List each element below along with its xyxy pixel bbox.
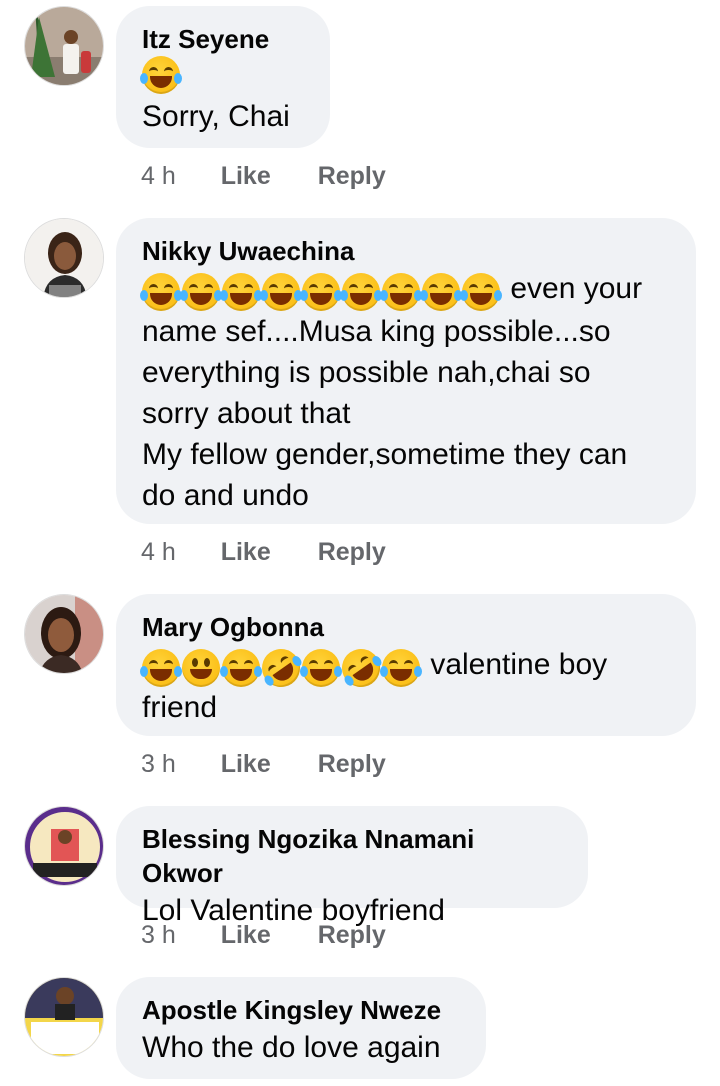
comment-text: even your name sef....Musa king possible… — [140, 268, 670, 516]
avatar[interactable] — [24, 594, 104, 674]
tears-of-joy-emoji — [380, 272, 422, 311]
comment-bubble: Blessing Ngozika Nnamani Okwor Lol Valen… — [116, 806, 588, 927]
comment-text: Who the do love again — [142, 1031, 441, 1064]
reply-button[interactable]: Reply — [318, 750, 386, 779]
comment-actions: 4 h Like Reply — [141, 162, 386, 191]
rofl-emoji — [254, 641, 308, 695]
emoji-sequence — [140, 641, 422, 695]
tears-of-joy-emoji — [220, 648, 262, 687]
reply-button[interactable]: Reply — [318, 921, 386, 950]
comment-text: Sorry, Chai — [142, 100, 290, 133]
comment-actions: 4 h Like Reply — [141, 538, 386, 567]
comment-text-line: My fellow gender,sometime they can — [142, 437, 628, 471]
grinning-emoji — [182, 648, 220, 687]
tears-of-joy-emoji — [180, 272, 222, 311]
comment-text-line: friend — [142, 690, 218, 724]
comment-text-inline: even your — [502, 272, 643, 305]
tears-of-joy-emoji — [300, 272, 342, 311]
timestamp[interactable]: 4 h — [141, 538, 176, 567]
comment-text-line: everything is possible nah,chai so — [142, 355, 591, 389]
avatar[interactable] — [24, 6, 104, 86]
tears-of-joy-emoji — [140, 648, 182, 687]
rofl-emoji — [334, 641, 388, 695]
comment-text-line: name sef....Musa king possible...so — [142, 314, 611, 348]
avatar[interactable] — [24, 977, 104, 1057]
tears-of-joy-emoji — [300, 648, 342, 687]
reply-button[interactable]: Reply — [318, 538, 386, 567]
commenter-name[interactable]: Itz Seyene — [142, 22, 304, 56]
comment-actions: 3 h Like Reply — [141, 921, 386, 950]
like-button[interactable]: Like — [221, 162, 271, 191]
reply-button[interactable]: Reply — [318, 162, 386, 191]
tears-of-joy-emoji — [140, 56, 182, 94]
tears-of-joy-emoji — [140, 272, 182, 311]
tears-of-joy-emoji — [340, 272, 382, 311]
emoji-sequence — [140, 270, 502, 311]
timestamp[interactable]: 4 h — [141, 162, 176, 191]
comment-text-line: do and undo — [142, 478, 309, 512]
comment-text-line: sorry about that — [142, 396, 351, 430]
commenter-name[interactable]: Nikky Uwaechina — [142, 234, 670, 268]
comment-bubble: Nikky Uwaechina even your name sef....Mu… — [116, 218, 696, 524]
comment-actions: 3 h Like Reply — [141, 750, 386, 779]
timestamp[interactable]: 3 h — [141, 750, 176, 779]
commenter-name[interactable]: Mary Ogbonna — [142, 610, 670, 644]
like-button[interactable]: Like — [221, 750, 271, 779]
comment-text: valentine boy friend — [140, 641, 670, 728]
avatar[interactable] — [24, 806, 104, 886]
like-button[interactable]: Like — [221, 538, 271, 567]
comment-bubble: Apostle Kingsley Nweze Who the do love a… — [116, 977, 486, 1079]
tears-of-joy-emoji — [420, 272, 462, 311]
tears-of-joy-emoji — [260, 272, 302, 311]
commenter-name[interactable]: Apostle Kingsley Nweze — [142, 993, 460, 1027]
timestamp[interactable]: 3 h — [141, 921, 176, 950]
tears-of-joy-emoji — [460, 272, 502, 311]
comment-bubble: Itz Seyene Sorry, Chai — [116, 6, 330, 148]
avatar[interactable] — [24, 218, 104, 298]
tears-of-joy-emoji — [220, 272, 262, 311]
comment-text-inline: valentine boy — [422, 648, 608, 681]
comment-bubble: Mary Ogbonna valentine boy friend — [116, 594, 696, 736]
tears-of-joy-emoji — [380, 648, 422, 687]
commenter-name[interactable]: Blessing Ngozika Nnamani Okwor — [142, 822, 562, 890]
like-button[interactable]: Like — [221, 921, 271, 950]
emoji-line — [140, 56, 304, 96]
